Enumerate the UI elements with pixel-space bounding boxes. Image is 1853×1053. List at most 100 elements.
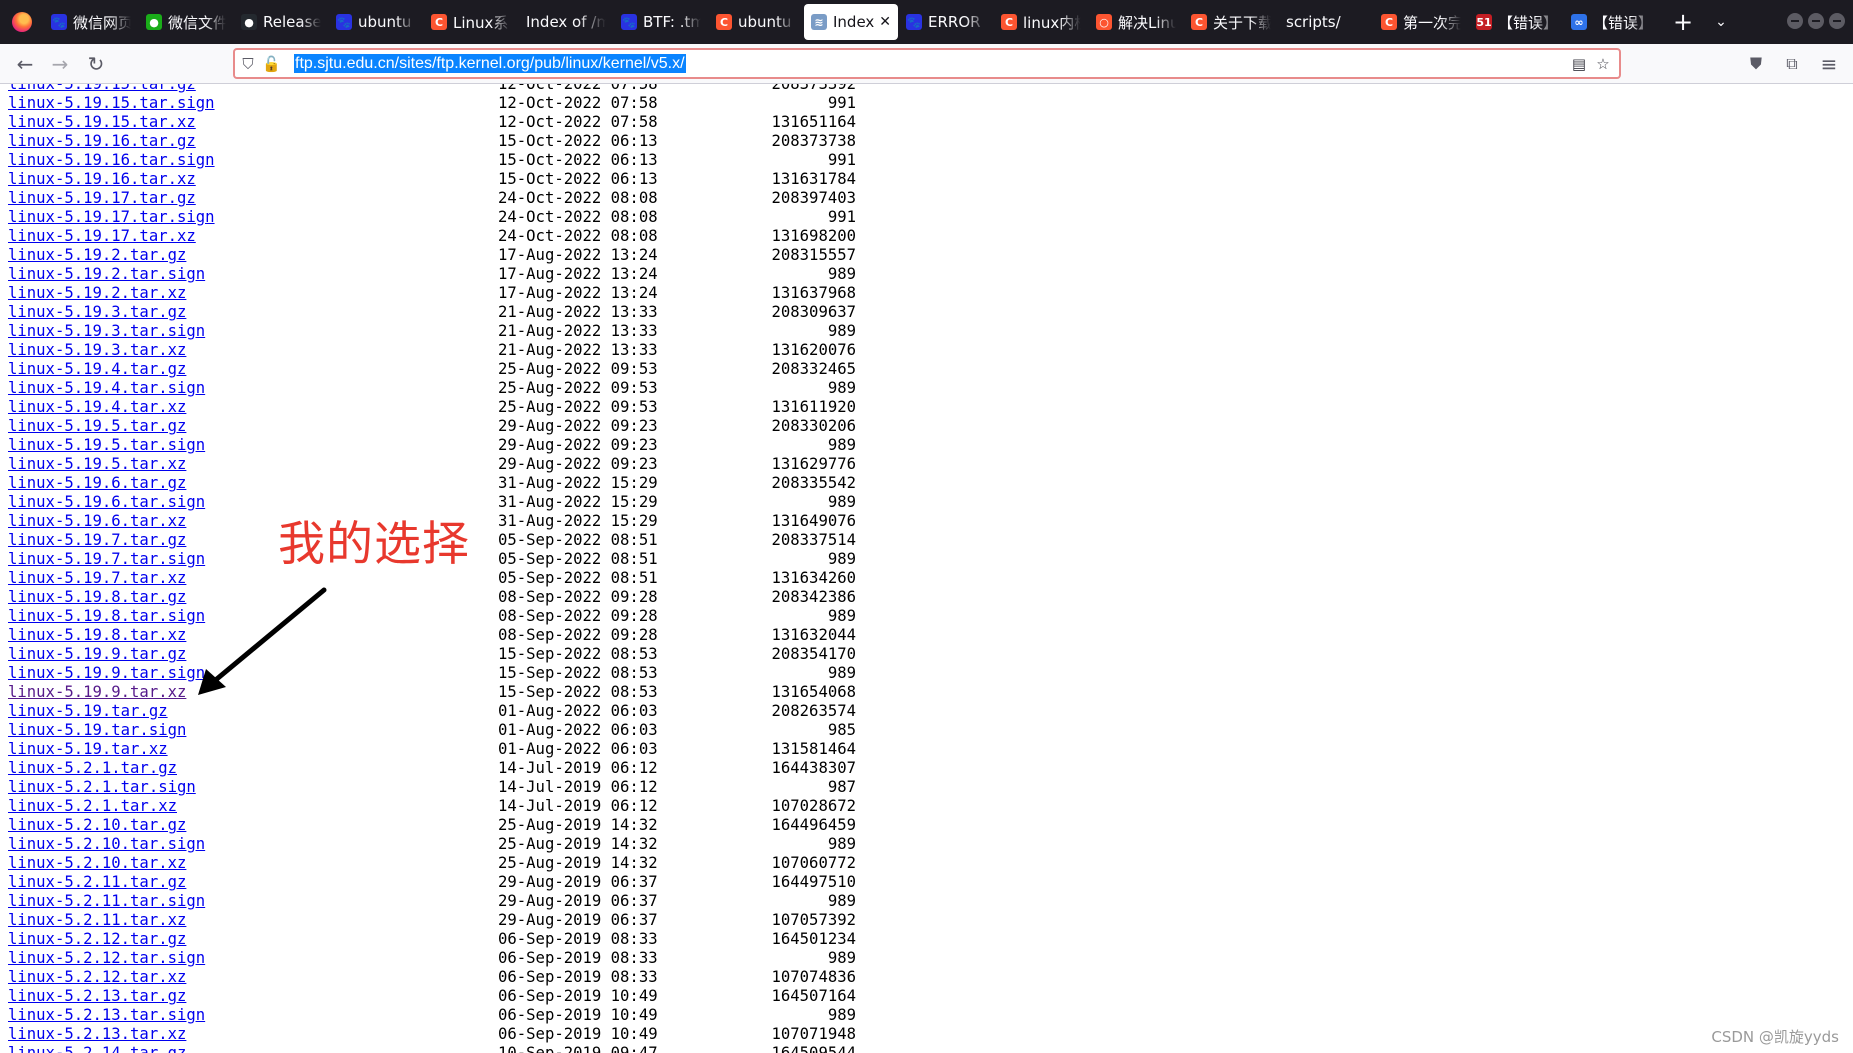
close-window-button[interactable]: [1829, 13, 1845, 29]
file-link[interactable]: linux-5.2.11.tar.sign: [8, 892, 205, 911]
file-link[interactable]: linux-5.19.8.tar.sign: [8, 607, 205, 626]
close-tab-icon[interactable]: ✕: [879, 14, 891, 30]
browser-tab[interactable]: 🐾 微信网页: [44, 4, 138, 40]
browser-tab[interactable]: C 第一次完: [1374, 4, 1468, 40]
file-date: 25-Aug-2022 09:53: [498, 398, 658, 416]
file-link[interactable]: linux-5.19.5.tar.sign: [8, 436, 205, 455]
file-link[interactable]: linux-5.19.6.tar.xz: [8, 512, 186, 531]
file-link[interactable]: linux-5.19.9.tar.gz: [8, 645, 186, 664]
file-link[interactable]: linux-5.19.6.tar.sign: [8, 493, 205, 512]
file-link[interactable]: linux-5.19.9.tar.sign: [8, 664, 205, 683]
file-link[interactable]: linux-5.2.13.tar.xz: [8, 1025, 186, 1044]
reader-view-icon[interactable]: ▤: [1570, 55, 1588, 73]
tab-label: ERROR: [928, 13, 981, 31]
file-link[interactable]: linux-5.19.tar.sign: [8, 721, 186, 740]
file-link[interactable]: linux-5.2.12.tar.sign: [8, 949, 205, 968]
file-size: 131611920: [771, 398, 857, 416]
file-link[interactable]: linux-5.19.4.tar.gz: [8, 360, 186, 379]
new-tab-button[interactable]: +: [1663, 4, 1703, 40]
reload-icon[interactable]: ↻: [82, 50, 110, 78]
listing-row: linux-5.2.10.tar.xz 25-Aug-2019 14:32 1070…: [8, 854, 868, 873]
file-link[interactable]: linux-5.19.tar.xz: [8, 740, 168, 759]
file-date: 12-Oct-2022 07:58: [498, 84, 658, 93]
file-link[interactable]: linux-5.19.7.tar.sign: [8, 550, 205, 569]
browser-tab[interactable]: 51 【错误】: [1469, 4, 1563, 40]
minimize-button[interactable]: [1787, 13, 1803, 29]
file-link[interactable]: linux-5.19.7.tar.gz: [8, 531, 186, 550]
file-size: 164507164: [771, 987, 857, 1005]
file-link[interactable]: linux-5.2.12.tar.xz: [8, 968, 186, 987]
browser-tab[interactable]: C 关于下载: [1184, 4, 1278, 40]
listing-row: linux-5.2.12.tar.xz 06-Sep-2019 08:33 1070…: [8, 968, 868, 987]
browser-tab[interactable]: ● 微信文件: [139, 4, 233, 40]
file-link[interactable]: linux-5.19.4.tar.sign: [8, 379, 205, 398]
browser-tab[interactable]: Clinux内核: [994, 4, 1088, 40]
file-link[interactable]: linux-5.19.2.tar.sign: [8, 265, 205, 284]
file-link[interactable]: linux-5.2.14.tar.gz: [8, 1044, 186, 1053]
browser-tab[interactable]: ∞ 【错误】: [1564, 4, 1658, 40]
file-link[interactable]: linux-5.2.13.tar.gz: [8, 987, 186, 1006]
insecure-lock-icon[interactable]: 🔓: [262, 55, 281, 73]
file-link[interactable]: linux-5.19.3.tar.xz: [8, 341, 186, 360]
browser-tab[interactable]: 🐾 ubuntu: [329, 4, 423, 40]
browser-tab[interactable]: C Linux系: [424, 4, 518, 40]
browser-tab[interactable]: ○ 解决Linux: [1089, 4, 1183, 40]
file-link[interactable]: linux-5.2.12.tar.gz: [8, 930, 186, 949]
browser-tab[interactable]: 🐾 ERROR: [899, 4, 993, 40]
browser-tab[interactable]: Index of /m: [519, 4, 613, 40]
browser-tab[interactable]: ≋ Index ✕: [804, 4, 898, 40]
file-link[interactable]: linux-5.19.15.tar.gz: [8, 84, 196, 94]
file-date: 06-Sep-2019 08:33: [498, 968, 658, 986]
file-link[interactable]: linux-5.2.1.tar.gz: [8, 759, 177, 778]
firefox-logo-icon[interactable]: [0, 0, 44, 44]
file-link[interactable]: linux-5.19.16.tar.sign: [8, 151, 215, 170]
file-link[interactable]: linux-5.19.5.tar.gz: [8, 417, 186, 436]
file-link[interactable]: linux-5.2.10.tar.sign: [8, 835, 205, 854]
browser-tab[interactable]: scripts/: [1279, 4, 1373, 40]
file-link[interactable]: linux-5.19.9.tar.xz: [8, 683, 186, 702]
list-all-tabs-button[interactable]: ⌄: [1703, 4, 1739, 40]
file-link[interactable]: linux-5.2.1.tar.xz: [8, 797, 177, 816]
back-arrow-icon[interactable]: ←: [11, 50, 39, 78]
file-link[interactable]: linux-5.19.15.tar.xz: [8, 113, 196, 132]
file-link[interactable]: linux-5.19.17.tar.xz: [8, 227, 196, 246]
file-link[interactable]: linux-5.19.2.tar.xz: [8, 284, 186, 303]
file-link[interactable]: linux-5.19.15.tar.sign: [8, 94, 215, 113]
file-link[interactable]: linux-5.19.2.tar.gz: [8, 246, 186, 265]
file-link[interactable]: linux-5.19.4.tar.xz: [8, 398, 186, 417]
listing-row: linux-5.2.11.tar.xz 29-Aug-2019 06:37 1070…: [8, 911, 868, 930]
file-link[interactable]: linux-5.19.8.tar.gz: [8, 588, 186, 607]
browser-tab[interactable]: Cubuntu: [709, 4, 803, 40]
bookmark-star-icon[interactable]: ☆: [1594, 55, 1612, 73]
url-bar[interactable]: ⛉ 🔓 ftp.sjtu.edu.cn/sites/ftp.kernel.org…: [233, 48, 1621, 79]
tracking-shield-icon[interactable]: ⛉: [239, 55, 257, 73]
file-link[interactable]: linux-5.19.7.tar.xz: [8, 569, 186, 588]
file-link[interactable]: linux-5.19.6.tar.gz: [8, 474, 186, 493]
file-link[interactable]: linux-5.19.3.tar.gz: [8, 303, 186, 322]
file-link[interactable]: linux-5.19.16.tar.gz: [8, 132, 196, 151]
maximize-button[interactable]: [1808, 13, 1824, 29]
url-text[interactable]: ftp.sjtu.edu.cn/sites/ftp.kernel.org/pub…: [294, 54, 686, 73]
file-link[interactable]: linux-5.19.tar.gz: [8, 702, 168, 721]
file-date: 24-Oct-2022 08:08: [498, 208, 658, 226]
file-link[interactable]: linux-5.19.5.tar.xz: [8, 455, 186, 474]
file-link[interactable]: linux-5.2.13.tar.sign: [8, 1006, 205, 1025]
file-link[interactable]: linux-5.2.11.tar.gz: [8, 873, 186, 892]
listing-row: linux-5.19.9.tar.gz 15-Sep-2022 08:53 2083…: [8, 645, 868, 664]
file-link[interactable]: linux-5.2.10.tar.gz: [8, 816, 186, 835]
file-link[interactable]: linux-5.2.10.tar.xz: [8, 854, 186, 873]
file-link[interactable]: linux-5.2.1.tar.sign: [8, 778, 196, 797]
pocket-icon[interactable]: ⛊: [1742, 50, 1770, 78]
file-link[interactable]: linux-5.19.17.tar.sign: [8, 208, 215, 227]
file-link[interactable]: linux-5.19.8.tar.xz: [8, 626, 186, 645]
forward-arrow-icon[interactable]: →: [46, 50, 74, 78]
file-link[interactable]: linux-5.19.3.tar.sign: [8, 322, 205, 341]
file-link[interactable]: linux-5.19.16.tar.xz: [8, 170, 196, 189]
file-link[interactable]: linux-5.19.17.tar.gz: [8, 189, 196, 208]
file-link[interactable]: linux-5.2.11.tar.xz: [8, 911, 186, 930]
browser-tab[interactable]: ● Releases: [234, 4, 328, 40]
menu-hamburger-icon[interactable]: ≡: [1815, 50, 1843, 78]
browser-tab[interactable]: 🐾 BTF: .tm: [614, 4, 708, 40]
listing-row: linux-5.2.1.tar.sign 14-Jul-2019 06:12 987: [8, 778, 868, 797]
extensions-icon[interactable]: ⧉: [1778, 50, 1806, 78]
